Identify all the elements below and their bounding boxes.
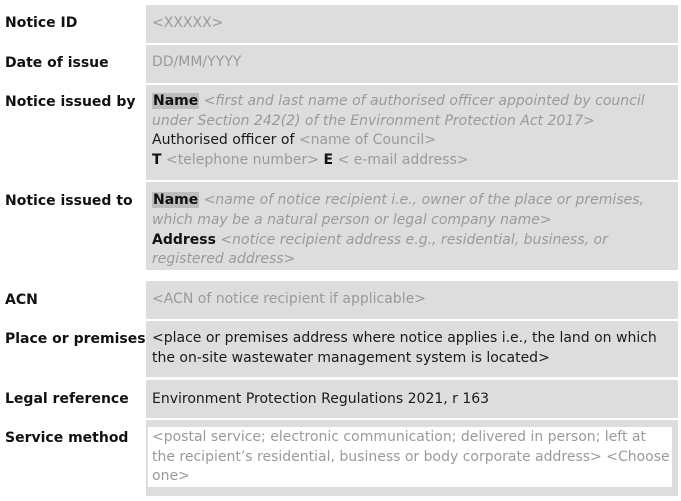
- service-value-1: <postal service; electronic communicatio…: [152, 429, 646, 445]
- issued-by-line-4: T <telephone number> E < e-mail address>: [152, 151, 469, 170]
- service-value-2: the recipient’s residential, business or…: [152, 449, 670, 465]
- telephone-label: T: [152, 152, 162, 168]
- issued-to-label: Notice issued to: [5, 193, 133, 209]
- notice-id-value: <XXXXX>: [152, 15, 224, 31]
- place-value-1: <place or premises address where notice …: [152, 330, 657, 346]
- acn-label: ACN: [5, 292, 38, 308]
- issued-to-name-label: Name: [152, 192, 200, 208]
- issued-by-line-3: Authorised officer of <name of Council>: [152, 131, 436, 150]
- telephone-hint: <telephone number>: [166, 152, 319, 168]
- date-of-issue-value: DD/MM/YYYY: [152, 54, 242, 70]
- notice-id-field[interactable]: [146, 5, 678, 43]
- issued-by-line-1: Name <first and last name of authorised …: [152, 92, 645, 111]
- acn-value: <ACN of notice recipient if applicable>: [152, 291, 426, 307]
- notice-id-label: Notice ID: [5, 15, 78, 31]
- email-label: E: [323, 152, 334, 168]
- service-value-3: one>: [152, 468, 190, 484]
- issued-to-name-hint-1: <name of notice recipient i.e., owner of…: [203, 192, 644, 208]
- council-hint: <name of Council>: [298, 132, 436, 148]
- issued-by-name-hint-2: under Section 242(2) of the Environment …: [152, 113, 595, 129]
- issued-by-name-hint-1: <first and last name of authorised offic…: [203, 93, 645, 109]
- officer-of-text: Authorised officer of: [152, 132, 295, 148]
- issued-to-line-1: Name <name of notice recipient i.e., own…: [152, 191, 644, 210]
- issued-to-line-3: Address <notice recipient address e.g., …: [152, 231, 608, 250]
- issued-to-address-hint-2: registered address>: [152, 251, 296, 267]
- issued-to-address-hint-1: <notice recipient address e.g., resident…: [220, 232, 608, 248]
- place-value-2: the on-site wastewater management system…: [152, 350, 550, 366]
- service-label: Service method: [5, 430, 129, 446]
- issued-by-name-label: Name: [152, 93, 200, 109]
- legal-value: Environment Protection Regulations 2021,…: [152, 391, 490, 407]
- legal-label: Legal reference: [5, 391, 129, 407]
- issued-to-address-label: Address: [152, 232, 216, 248]
- place-label: Place or premises: [5, 331, 146, 347]
- email-hint: < e-mail address>: [337, 152, 469, 168]
- issued-by-label: Notice issued by: [5, 94, 136, 110]
- issued-to-name-hint-2: which may be a natural person or legal c…: [152, 212, 552, 228]
- date-of-issue-label: Date of issue: [5, 55, 109, 71]
